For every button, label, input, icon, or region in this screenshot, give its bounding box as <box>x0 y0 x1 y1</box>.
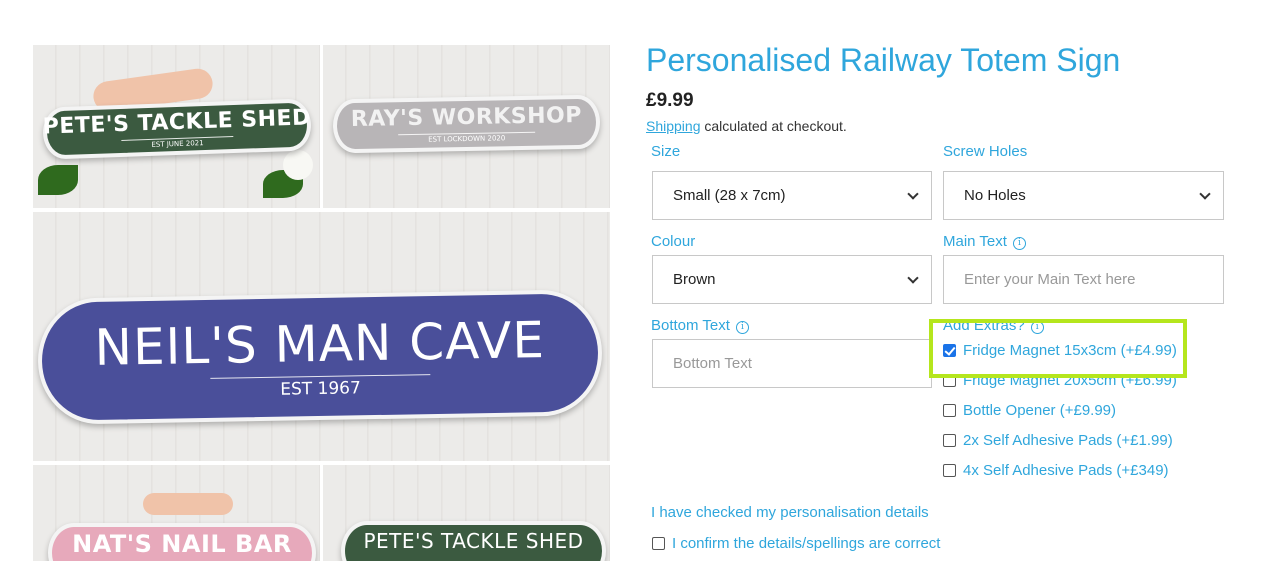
size-select[interactable]: Small (28 x 7cm) <box>652 171 932 220</box>
confirmation-option[interactable]: I confirm the details/spellings are corr… <box>652 535 940 552</box>
sign-est: EST LOCKDOWN 2020 <box>398 131 536 145</box>
totem-sign: NAT'S NAIL BAR <box>48 523 316 561</box>
totem-sign: NEIL'S MAN CAVE EST 1967 <box>36 289 604 425</box>
colour-label: Colour <box>651 233 696 250</box>
sign-est: EST 1967 <box>210 374 432 401</box>
shipping-link[interactable]: Shipping <box>646 118 701 134</box>
bottom-text-input[interactable]: Bottom Text <box>652 339 932 388</box>
size-label: Size <box>651 143 681 160</box>
bottom-text-label-text: Bottom Text <box>651 317 730 334</box>
sign-name: PETE'S TACKLE SHED <box>42 105 312 140</box>
info-icon[interactable]: i <box>1012 237 1026 250</box>
screw-holes-select[interactable]: No Holes <box>943 171 1224 220</box>
product-price: £9.99 <box>646 90 694 111</box>
sign-name: PETE'S TACKLE SHED <box>363 529 584 553</box>
extra-checkbox[interactable] <box>943 404 956 417</box>
extra-checkbox[interactable] <box>943 434 956 447</box>
info-icon[interactable]: i <box>735 321 749 334</box>
chevron-down-icon <box>907 272 919 284</box>
extra-option-label: 4x Self Adhesive Pads (+£349) <box>963 462 1169 479</box>
extra-checkbox[interactable] <box>943 464 956 477</box>
hand-graphic <box>143 493 233 515</box>
main-text-input[interactable]: Enter your Main Text here <box>943 255 1224 304</box>
shipping-text: calculated at checkout. <box>700 118 847 134</box>
totem-sign: PETE'S TACKLE SHED <box>341 521 606 561</box>
main-text-label: Main Text i <box>943 233 1026 250</box>
chevron-down-icon <box>1199 188 1211 200</box>
gallery-image-2[interactable]: RAY'S WORKSHOP EST LOCKDOWN 2020 <box>323 45 610 208</box>
chevron-down-icon <box>907 188 919 200</box>
extra-option-label: Bottle Opener (+£9.99) <box>963 402 1117 419</box>
bottom-text-placeholder: Bottom Text <box>673 355 752 372</box>
extra-option[interactable]: Bottle Opener (+£9.99) <box>943 402 1116 419</box>
main-text-placeholder: Enter your Main Text here <box>964 271 1136 288</box>
extra-option-label: 2x Self Adhesive Pads (+£1.99) <box>963 432 1173 449</box>
gallery-image-main[interactable]: NEIL'S MAN CAVE EST 1967 <box>33 212 610 461</box>
extra-option[interactable]: 2x Self Adhesive Pads (+£1.99) <box>943 432 1173 449</box>
product-title: Personalised Railway Totem Sign <box>646 42 1121 78</box>
extra-option[interactable]: 4x Self Adhesive Pads (+£349) <box>943 462 1169 479</box>
gallery-image-4[interactable]: NAT'S NAIL BAR <box>33 465 320 561</box>
screw-holes-value: No Holes <box>964 187 1026 204</box>
gallery-image-1[interactable]: PETE'S TACKLE SHED EST JUNE 2021 <box>33 45 320 208</box>
main-text-label-text: Main Text <box>943 233 1007 250</box>
totem-sign: PETE'S TACKLE SHED EST JUNE 2021 <box>42 98 312 160</box>
colour-select[interactable]: Brown <box>652 255 932 304</box>
shipping-note: Shipping calculated at checkout. <box>646 118 847 134</box>
colour-value: Brown <box>673 271 716 288</box>
product-image-gallery[interactable]: PETE'S TACKLE SHED EST JUNE 2021 RAY'S W… <box>33 45 610 561</box>
flower-graphic <box>283 150 313 180</box>
sign-name: NEIL'S MAN CAVE <box>94 311 546 377</box>
gallery-image-5[interactable]: PETE'S TACKLE SHED <box>323 465 610 561</box>
screw-holes-label: Screw Holes <box>943 143 1028 160</box>
confirm-checkbox[interactable] <box>652 537 665 550</box>
sign-name: NAT'S NAIL BAR <box>72 530 292 558</box>
totem-sign: RAY'S WORKSHOP EST LOCKDOWN 2020 <box>332 94 601 154</box>
selection-highlight-box <box>929 319 1187 378</box>
bottom-text-label: Bottom Text i <box>651 317 749 334</box>
confirm-label: I confirm the details/spellings are corr… <box>672 535 941 552</box>
sign-name: RAY'S WORKSHOP <box>350 102 583 133</box>
leaf-graphic <box>38 165 78 195</box>
size-value: Small (28 x 7cm) <box>673 187 786 204</box>
confirmation-heading: I have checked my personalisation detail… <box>651 504 929 521</box>
sign-est: EST JUNE 2021 <box>121 136 234 150</box>
